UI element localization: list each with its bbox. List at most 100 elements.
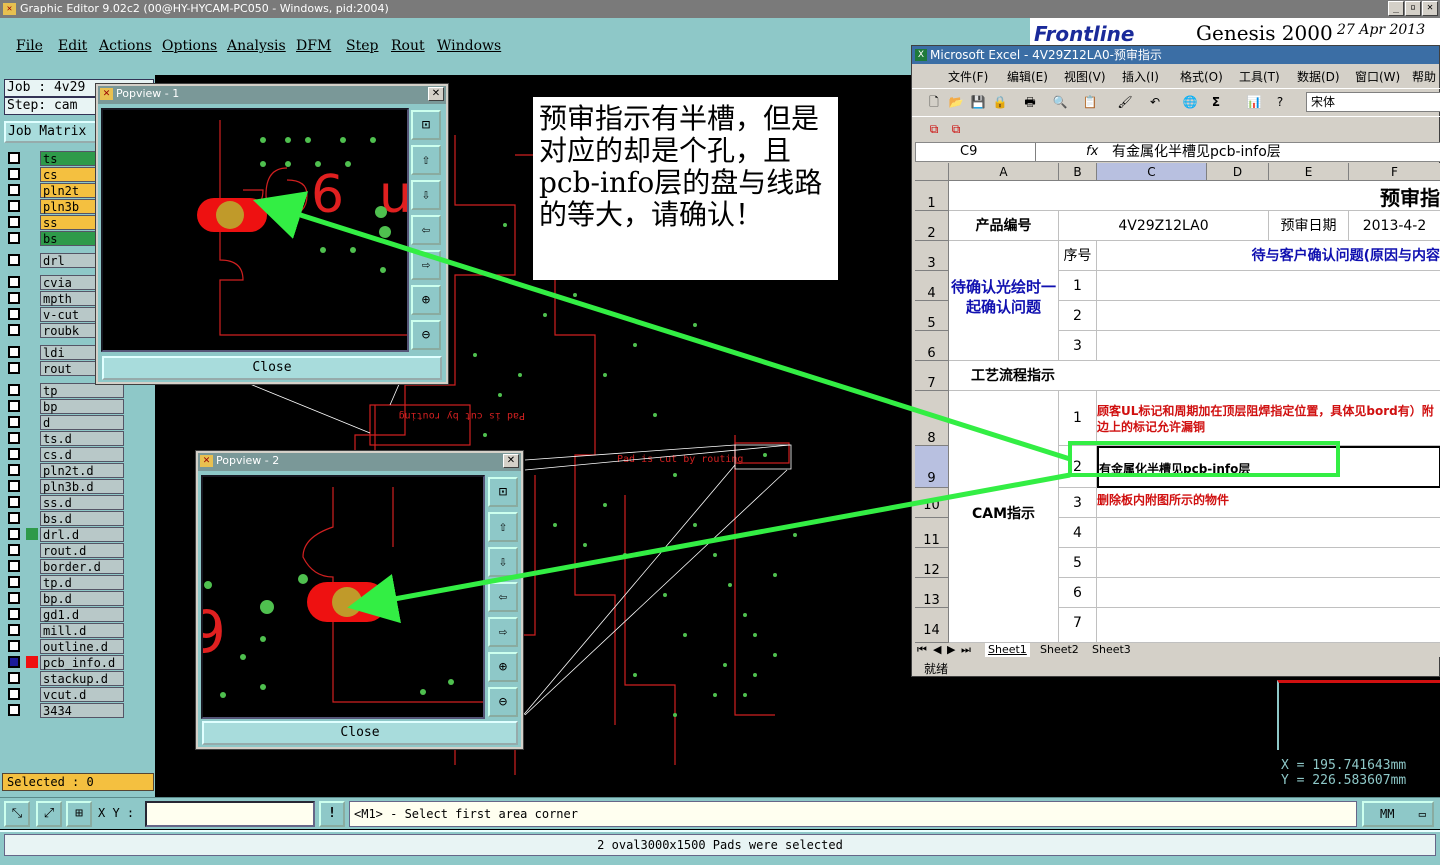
row-header-5[interactable]: 5 <box>915 301 949 331</box>
pan-up-icon[interactable]: ⇧ <box>411 145 441 175</box>
unit-select[interactable]: MM ▭ <box>1362 801 1434 827</box>
layer-checkbox[interactable] <box>8 152 20 164</box>
layer-name[interactable]: gd1.d <box>40 606 124 622</box>
layer-checkbox[interactable] <box>8 400 20 412</box>
sheet-tab-3[interactable]: Sheet3 <box>1089 643 1134 657</box>
cam-item-7-text[interactable] <box>1097 608 1440 643</box>
menu-options[interactable]: Options <box>162 38 217 54</box>
menu-edit[interactable]: Edit <box>58 38 87 54</box>
popview-1-view[interactable]: 6 u <box>101 108 412 352</box>
zoom-out-icon[interactable]: ⊖ <box>411 320 441 350</box>
excel-menu-window[interactable]: 窗口(W) <box>1355 68 1400 85</box>
layer-checkbox[interactable] <box>8 560 20 572</box>
layer-row-d[interactable]: d <box>4 414 124 430</box>
layer-row-cs-d[interactable]: cs.d <box>4 446 124 462</box>
zoom-in-icon[interactable]: ⊕ <box>488 652 518 682</box>
menu-actions[interactable]: Actions <box>99 38 152 54</box>
seq-2-cell[interactable]: 2 <box>1059 301 1097 331</box>
column-header-f[interactable]: F <box>1349 163 1440 181</box>
menu-dfm[interactable]: DFM <box>296 38 331 54</box>
layer-name[interactable]: tp <box>40 382 124 398</box>
seq-3-cell[interactable]: 3 <box>1059 331 1097 361</box>
layer-checkbox[interactable] <box>8 592 20 604</box>
cam-item-6-seq[interactable]: 6 <box>1059 578 1097 608</box>
menu-analysis[interactable]: Analysis <box>227 38 286 54</box>
pan-down-icon[interactable]: ⇩ <box>411 180 441 210</box>
minimize-button[interactable]: _ <box>1388 1 1404 16</box>
layer-checkbox[interactable] <box>8 384 20 396</box>
select-all-corner[interactable] <box>915 163 949 181</box>
product-number-cell[interactable]: 4V29Z12LA0 <box>1059 211 1269 241</box>
row-header-13[interactable]: 13 <box>915 578 949 608</box>
popview-1-close-icon[interactable]: ✕ <box>428 87 444 101</box>
layer-row-outline-d[interactable]: outline.d <box>4 638 124 654</box>
grid-icon[interactable]: ⊞ <box>66 801 92 827</box>
pan-left-icon[interactable]: ⇦ <box>411 215 441 245</box>
row-header-6[interactable]: 6 <box>915 331 949 361</box>
cam-label-cell[interactable]: CAM指示 <box>949 391 1059 643</box>
pdf-mail-icon[interactable]: ⧉ <box>948 121 964 137</box>
print-icon[interactable]: 🖶 <box>1022 94 1038 110</box>
row-header-4[interactable]: 4 <box>915 271 949 301</box>
layer-checkbox[interactable] <box>8 512 20 524</box>
cam-item-5-text[interactable] <box>1097 548 1440 578</box>
pan-down-icon[interactable]: ⇩ <box>488 547 518 577</box>
layer-checkbox[interactable] <box>8 432 20 444</box>
sheet-nav-last-icon[interactable]: ⏭ <box>961 643 971 657</box>
maximize-button[interactable]: ▫ <box>1405 1 1421 16</box>
layer-checkbox[interactable] <box>8 704 20 716</box>
layer-row-mill-d[interactable]: mill.d <box>4 622 124 638</box>
layer-name[interactable]: stackup.d <box>40 670 124 686</box>
open-icon[interactable]: 📂 <box>948 94 964 110</box>
column-header-e[interactable]: E <box>1269 163 1349 181</box>
row-header-2[interactable]: 2 <box>915 211 949 241</box>
layer-checkbox[interactable] <box>8 292 20 304</box>
sheet-tab-2[interactable]: Sheet2 <box>1037 643 1082 657</box>
layer-row-border-d[interactable]: border.d <box>4 558 124 574</box>
row-header-10[interactable]: 10 <box>915 488 949 518</box>
row-header-7[interactable]: 7 <box>915 361 949 391</box>
layer-name[interactable]: rout.d <box>40 542 124 558</box>
layer-row-pcb-info-d[interactable]: pcb_info.d <box>4 654 124 670</box>
permission-icon[interactable]: 🔒 <box>992 94 1008 110</box>
sheet-nav-first-icon[interactable]: ⏮ <box>917 643 927 657</box>
paste-icon[interactable]: 📋 <box>1082 94 1098 110</box>
zoom-in-icon[interactable]: ⊕ <box>411 285 441 315</box>
popview-2-view[interactable]: 9 <box>189 475 485 719</box>
column-header-b[interactable]: B <box>1059 163 1097 181</box>
layer-checkbox[interactable] <box>8 324 20 336</box>
research-icon[interactable]: 🔍 <box>1052 94 1068 110</box>
pan-right-icon[interactable]: ⇨ <box>411 250 441 280</box>
layer-name[interactable]: pcb_info.d <box>40 654 124 670</box>
cam-item-2-seq[interactable]: 2 <box>1059 446 1097 488</box>
row-header-1[interactable]: 1 <box>915 181 949 211</box>
sheet-title-cell[interactable]: 预审指 <box>949 181 1440 211</box>
layer-name[interactable]: cs.d <box>40 446 124 462</box>
layer-row-vcut-d[interactable]: vcut.d <box>4 686 124 702</box>
format-painter-icon[interactable]: 🖌 <box>1117 94 1133 110</box>
cam-item-5-seq[interactable]: 5 <box>1059 548 1097 578</box>
layer-row-ts-d[interactable]: ts.d <box>4 430 124 446</box>
pan-right-icon[interactable]: ⇨ <box>488 617 518 647</box>
formula-input[interactable]: 有金属化半槽见pcb-info层 <box>1112 143 1281 161</box>
layer-checkbox[interactable] <box>8 544 20 556</box>
popview-2-close-icon[interactable]: ✕ <box>503 454 519 468</box>
seq-header-cell[interactable]: 序号 <box>1059 241 1097 271</box>
layer-checkbox[interactable] <box>8 200 20 212</box>
zoom-out-icon[interactable]: ⊖ <box>488 687 518 717</box>
layer-checkbox[interactable] <box>8 576 20 588</box>
layer-checkbox[interactable] <box>8 168 20 180</box>
cam-item-2-text[interactable]: 有金属化半槽见pcb-info层 <box>1097 446 1440 488</box>
popview-2-close-button[interactable]: Close <box>202 721 518 745</box>
layer-row-rout-d[interactable]: rout.d <box>4 542 124 558</box>
layer-name[interactable]: d <box>40 414 124 430</box>
menu-windows[interactable]: Windows <box>437 38 501 54</box>
excel-menu-insert[interactable]: 插入(I) <box>1122 68 1159 85</box>
product-label-cell[interactable]: 产品编号 <box>949 211 1059 241</box>
menu-file[interactable]: File <box>16 38 43 54</box>
layer-row-stackup-d[interactable]: stackup.d <box>4 670 124 686</box>
layer-row-pln2t-d[interactable]: pln2t.d <box>4 462 124 478</box>
cam-item-6-text[interactable] <box>1097 578 1440 608</box>
cam-item-3-text[interactable]: 删除板内附图所示的物件 <box>1097 488 1440 518</box>
column-header-c[interactable]: C <box>1097 163 1207 181</box>
